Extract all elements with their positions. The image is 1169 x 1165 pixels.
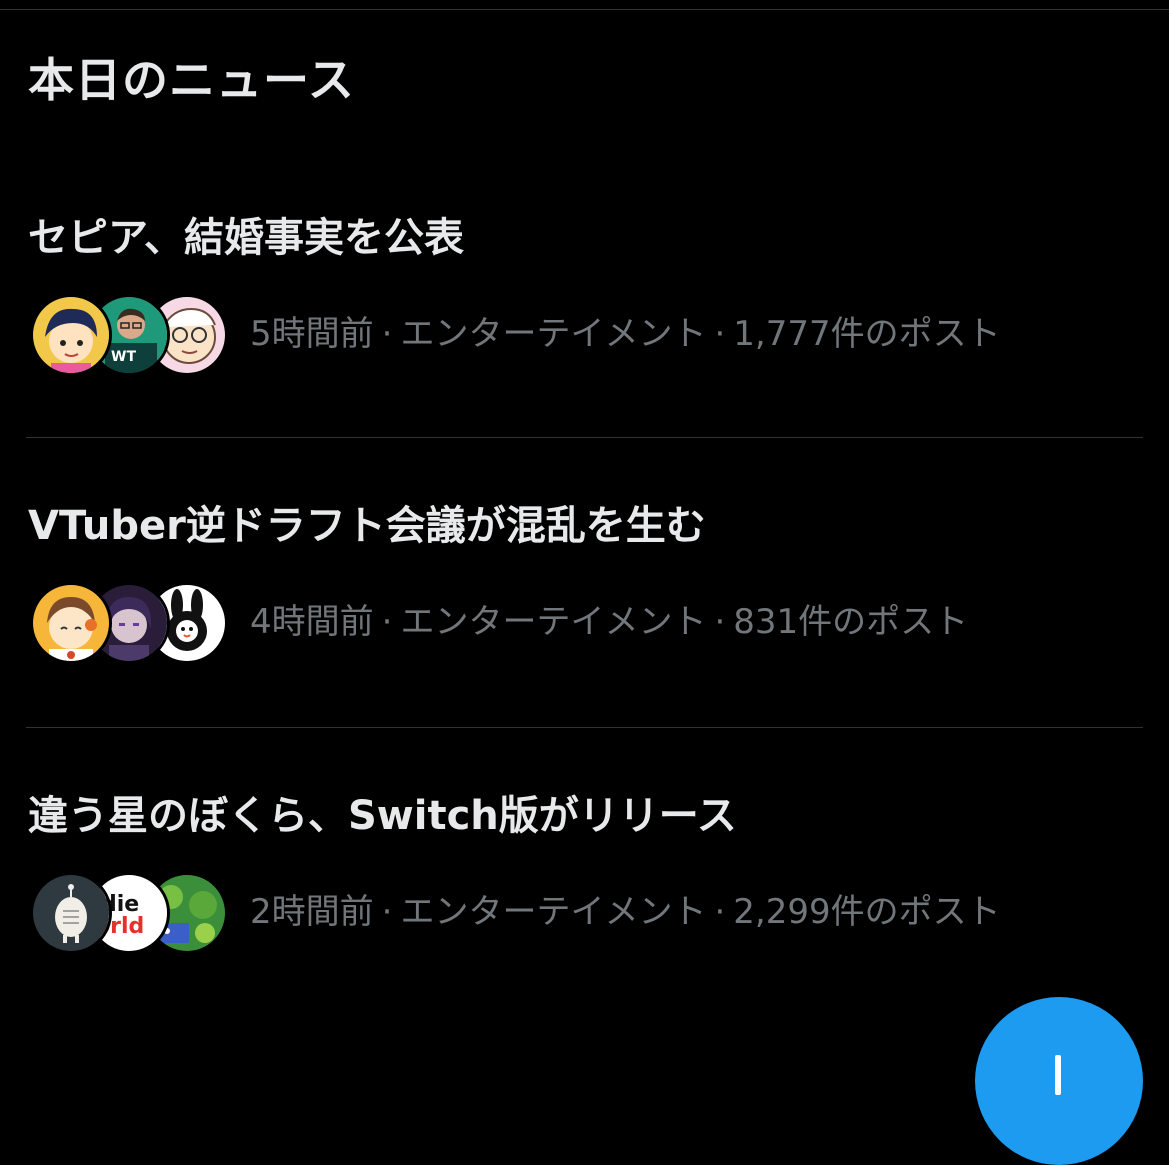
news-time: 4時間前 [250, 602, 374, 642]
meta-separator: · [714, 602, 726, 642]
news-headline[interactable]: VTuber逆ドラフト会議が混乱を生む [28, 498, 706, 554]
news-post-count: 831件のポスト [733, 602, 969, 642]
avatar-stack: die orld [30, 872, 230, 956]
news-time: 5時間前 [250, 314, 374, 354]
plus-icon [1055, 1055, 1061, 1095]
news-meta: 4時間前 · エンターテイメント · 831件のポスト [250, 598, 968, 646]
meta-separator: · [714, 892, 726, 932]
news-time: 2時間前 [250, 892, 374, 932]
news-headline[interactable]: セピア、結婚事実を公表 [28, 210, 464, 266]
avatar-anime-boy-icon [30, 294, 112, 376]
news-post-count: 2,299件のポスト [733, 892, 1001, 932]
avatar-stack [30, 582, 230, 666]
news-post-count: 1,777件のポスト [733, 314, 1001, 354]
meta-separator: · [381, 892, 393, 932]
item-divider [26, 727, 1143, 728]
news-meta: 5時間前 · エンターテイメント · 1,777件のポスト [250, 310, 1001, 358]
meta-separator: · [381, 602, 393, 642]
news-meta: 2時間前 · エンターテイメント · 2,299件のポスト [250, 888, 1001, 936]
news-category: エンターテイメント [400, 892, 707, 932]
compose-fab-button[interactable] [975, 997, 1143, 1165]
section-title: 本日のニュース [28, 53, 355, 107]
news-headline[interactable]: 違う星のぼくら、Switch版がリリース [28, 788, 737, 844]
news-category: エンターテイメント [400, 314, 707, 354]
avatar-robot-icon [30, 872, 112, 954]
meta-separator: · [714, 314, 726, 354]
news-category: エンターテイメント [400, 602, 707, 642]
avatar-orange-character-icon [30, 582, 112, 664]
avatar-stack: WT [30, 294, 230, 378]
news-item[interactable]: セピア、結婚事実を公表 WT 5時間前 · エンターテイメント · 1,777件… [0, 210, 1169, 480]
item-divider [26, 437, 1143, 438]
top-divider [0, 9, 1169, 10]
avatar-wt-label: WT [111, 349, 136, 365]
news-item[interactable]: 違う星のぼくら、Switch版がリリース die orld 2時間前 · エンタ… [0, 788, 1169, 1058]
meta-separator: · [381, 314, 393, 354]
